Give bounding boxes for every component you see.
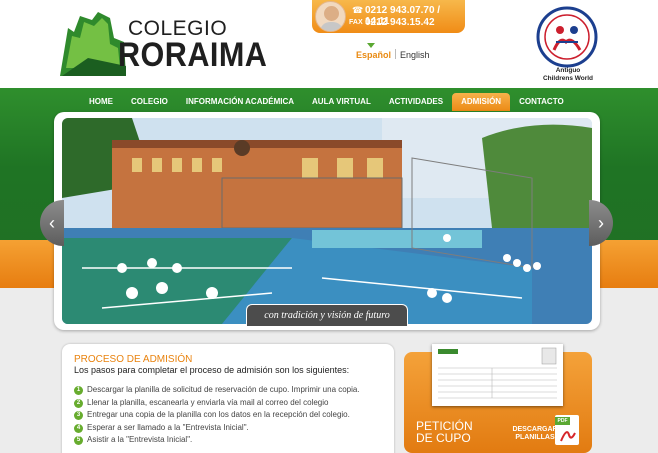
peticion-cupo-title: PETICIÓN DE CUPO (416, 420, 473, 444)
pdf-tag: PDF (555, 417, 570, 425)
step-number-icon: 2 (74, 398, 83, 408)
fax-number: 0212 943.15.42 (365, 17, 435, 28)
courtyard-scene (62, 118, 592, 324)
download-planillas-link[interactable]: DESCARGAR PLANILLAS (511, 426, 559, 442)
step-number-icon: 5 (74, 436, 83, 445)
badge-caption-line1: Antiguo (555, 67, 581, 74)
header: COLEGIO RORAIMA ☎ 0212 943.07.70 / 14.11… (0, 0, 658, 88)
step-text: Entregar una copia de la planilla con lo… (87, 410, 350, 419)
nav-contacto[interactable]: CONTACTO (510, 93, 573, 111)
step-text: Descargar la planilla de solicitud de re… (87, 385, 360, 394)
step-number-icon: 3 (74, 411, 83, 420)
admission-steps: 1 Descargar la planilla de solicitud de r… (74, 385, 360, 448)
admission-title: PROCESO DE ADMISIÓN (74, 354, 193, 365)
form-preview (432, 344, 563, 406)
pdf-icon[interactable]: PDF (555, 415, 579, 445)
phone-icon: ☎ (352, 5, 364, 15)
step-number-icon: 4 (74, 423, 83, 433)
contact-box: ☎ 0212 943.07.70 / 14.11 FAX 0212 943.15… (312, 0, 465, 33)
cupo-title-line2: DE CUPO (416, 431, 471, 445)
language-spanish-link[interactable]: Español (356, 50, 391, 60)
language-switcher: Español English (356, 49, 430, 60)
step-number-icon: 1 (74, 386, 83, 395)
language-english-link[interactable]: English (400, 50, 430, 60)
nav-aula-virtual[interactable]: AULA VIRTUAL (303, 93, 380, 111)
childrens-world-badge-icon (536, 6, 598, 68)
nav-actividades[interactable]: ACTIVIDADES (380, 93, 452, 111)
language-indicator-icon (367, 43, 375, 48)
nav-colegio[interactable]: COLEGIO (122, 93, 177, 111)
colegio-roraima-logo[interactable]: COLEGIO RORAIMA (58, 8, 267, 80)
form-document-icon (438, 347, 557, 399)
logo-word-roraima: RORAIMA (118, 36, 268, 74)
admission-subtitle: Los pasos para completar el proceso de a… (74, 365, 350, 375)
nav-home[interactable]: HOME (80, 93, 122, 111)
step-text: Asistir a la "Entrevista Inicial". (87, 435, 193, 444)
nav-admision[interactable]: ADMISIÓN (452, 93, 511, 111)
step-text: Esperar a ser llamado a la "Entrevista I… (87, 422, 249, 432)
language-divider (395, 49, 397, 59)
badge-caption: Antiguo Childrens World (520, 67, 616, 83)
admission-step: 2 Llenar la planilla, escanearla y enviar… (74, 398, 360, 411)
slider-slogan: con tradición y visión de futuro (246, 304, 408, 326)
fax-label: FAX (349, 19, 363, 26)
admission-step: 1 Descargar la planilla de solicitud de r… (74, 385, 360, 398)
step-text: Llenar la planilla, escanearla y enviarl… (87, 397, 329, 407)
main-nav: HOME COLEGIO INFORMACIÓN ACADÉMICA AULA … (80, 93, 573, 111)
badge-caption-line2: Childrens World (542, 75, 594, 82)
school-courtyard-photo (62, 118, 592, 324)
download-line2: PLANILLAS (515, 434, 555, 441)
admission-step: 4 Esperar a ser llamado a la "Entrevista … (74, 423, 360, 436)
admission-step: 5 Asistir a la "Entrevista Inicial". (74, 435, 360, 448)
receptionist-avatar (315, 1, 346, 32)
admission-step: 3 Entregar una copia de la planilla con l… (74, 410, 360, 423)
nav-informacion-academica[interactable]: INFORMACIÓN ACADÉMICA (177, 93, 303, 111)
download-line1: DESCARGAR (512, 426, 558, 433)
